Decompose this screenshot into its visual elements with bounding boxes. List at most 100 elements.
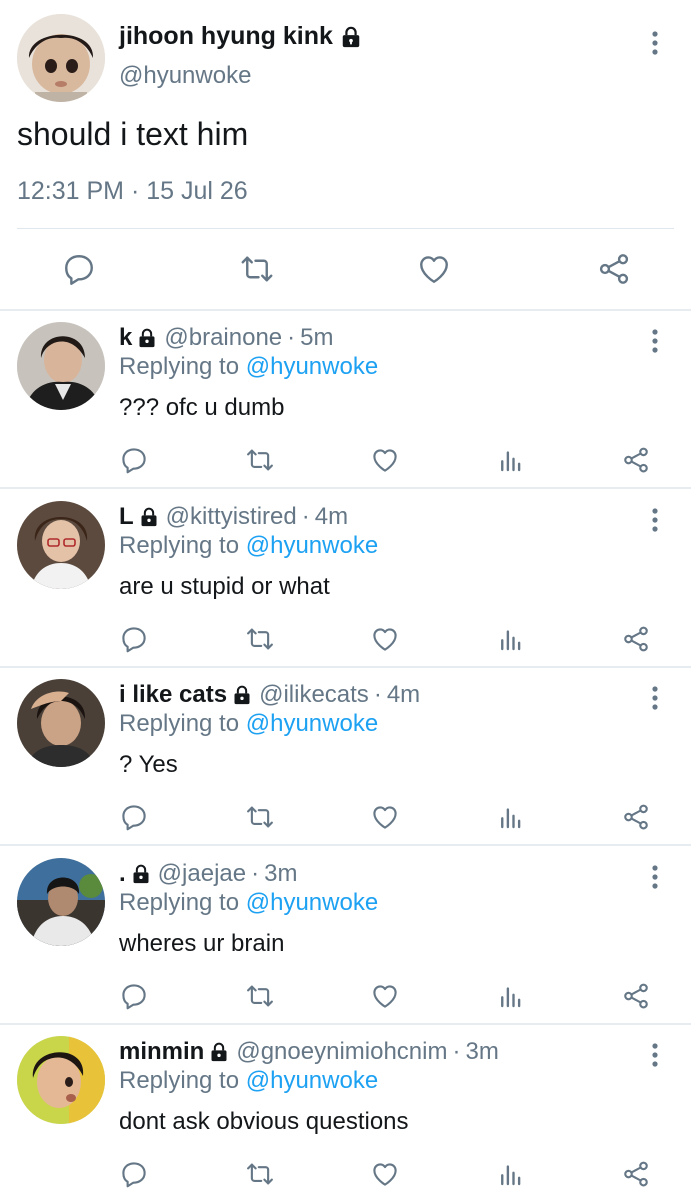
like-icon[interactable] — [370, 1159, 400, 1189]
avatar[interactable] — [17, 501, 105, 589]
divider — [0, 666, 691, 668]
handle[interactable]: @gnoeynimiohcnim — [236, 1038, 447, 1066]
replying-to: Replying to @hyunwoke — [119, 353, 378, 381]
lock-icon — [232, 685, 252, 705]
more-options-icon[interactable] — [645, 864, 665, 890]
analytics-icon[interactable] — [496, 445, 526, 475]
separator: · — [251, 860, 260, 887]
time[interactable]: 4m — [387, 681, 420, 709]
replying-to: Replying to @hyunwoke — [119, 1067, 378, 1095]
replying-to-label: Replying to — [119, 1067, 240, 1094]
retweet-icon[interactable] — [245, 624, 275, 654]
display-name[interactable]: jihoon hyung kink — [119, 22, 362, 51]
separator: · — [373, 681, 382, 708]
reply-header: L @kittyistired · 4m — [119, 503, 348, 531]
like-icon[interactable] — [370, 981, 400, 1011]
reply-tweet[interactable]: L @kittyistired · 4m Replying to @hyunwo… — [0, 491, 691, 669]
time[interactable]: 4m — [315, 503, 348, 531]
mention-link[interactable]: @hyunwoke — [246, 353, 378, 380]
divider — [17, 228, 674, 229]
reply-tweet[interactable]: i like cats @ilikecats · 4m Replying to … — [0, 669, 691, 847]
reply-icon[interactable] — [119, 445, 149, 475]
share-icon[interactable] — [621, 445, 651, 475]
reply-text: ? Yes — [119, 751, 178, 778]
reply-tweet[interactable]: k @brainone · 5m Replying to @hyunwoke ?… — [0, 312, 691, 490]
reply-header: . @jaejae · 3m — [119, 860, 297, 888]
like-icon[interactable] — [370, 624, 400, 654]
share-icon[interactable] — [596, 251, 632, 287]
reply-icon[interactable] — [119, 1159, 149, 1189]
analytics-icon[interactable] — [496, 624, 526, 654]
like-icon[interactable] — [370, 802, 400, 832]
reply-tweet[interactable]: minmin @gnoeynimiohcnim · 3m Replying to… — [0, 1026, 691, 1204]
retweet-icon[interactable] — [245, 445, 275, 475]
handle[interactable]: @jaejae — [158, 860, 246, 888]
separator: · — [301, 503, 310, 530]
time[interactable]: 5m — [300, 324, 333, 352]
reply-text: dont ask obvious questions — [119, 1108, 409, 1135]
display-name[interactable]: L — [119, 503, 134, 531]
analytics-icon[interactable] — [496, 1159, 526, 1189]
reply-text: are u stupid or what — [119, 573, 330, 600]
avatar[interactable] — [17, 1036, 105, 1124]
reply-text: wheres ur brain — [119, 930, 285, 957]
analytics-icon[interactable] — [496, 802, 526, 832]
reply-header: i like cats @ilikecats · 4m — [119, 681, 420, 709]
retweet-icon[interactable] — [245, 802, 275, 832]
divider — [0, 487, 691, 489]
share-icon[interactable] — [621, 981, 651, 1011]
share-icon[interactable] — [621, 802, 651, 832]
display-name[interactable]: . — [119, 860, 126, 888]
more-options-icon[interactable] — [645, 685, 665, 711]
share-icon[interactable] — [621, 624, 651, 654]
separator: · — [287, 324, 296, 351]
avatar[interactable] — [17, 679, 105, 767]
display-name[interactable]: minmin — [119, 1038, 204, 1066]
lock-icon — [340, 26, 362, 48]
reply-header: minmin @gnoeynimiohcnim · 3m — [119, 1038, 499, 1066]
handle[interactable]: @kittyistired — [166, 503, 297, 531]
handle[interactable]: @hyunwoke — [119, 62, 251, 90]
more-options-icon[interactable] — [645, 507, 665, 533]
reply-icon[interactable] — [119, 802, 149, 832]
timestamp[interactable]: 12:31 PM · 15 Jul 26 — [17, 177, 248, 206]
more-options-icon[interactable] — [645, 30, 665, 56]
reply-icon[interactable] — [119, 624, 149, 654]
retweet-icon[interactable] — [239, 251, 275, 287]
mention-link[interactable]: @hyunwoke — [246, 710, 378, 737]
time[interactable]: 3m — [264, 860, 297, 888]
like-icon[interactable] — [416, 251, 452, 287]
like-icon[interactable] — [370, 445, 400, 475]
avatar[interactable] — [17, 14, 105, 102]
display-name[interactable]: i like cats — [119, 681, 227, 709]
reply-icon[interactable] — [61, 251, 97, 287]
share-icon[interactable] — [621, 1159, 651, 1189]
mention-link[interactable]: @hyunwoke — [246, 532, 378, 559]
divider — [0, 309, 691, 311]
reply-icon[interactable] — [119, 981, 149, 1011]
replying-to: Replying to @hyunwoke — [119, 889, 378, 917]
lock-icon — [131, 864, 151, 884]
divider — [0, 1023, 691, 1025]
display-name[interactable]: k — [119, 324, 132, 352]
handle[interactable]: @ilikecats — [259, 681, 369, 709]
display-name-text: jihoon hyung kink — [119, 22, 333, 50]
mention-link[interactable]: @hyunwoke — [246, 889, 378, 916]
replying-to: Replying to @hyunwoke — [119, 532, 378, 560]
replying-to-label: Replying to — [119, 710, 240, 737]
more-options-icon[interactable] — [645, 328, 665, 354]
avatar[interactable] — [17, 858, 105, 946]
replying-to-label: Replying to — [119, 889, 240, 916]
handle[interactable]: @brainone — [164, 324, 282, 352]
separator: · — [452, 1038, 461, 1065]
reply-text: ??? ofc u dumb — [119, 394, 285, 421]
time[interactable]: 3m — [465, 1038, 498, 1066]
mention-link[interactable]: @hyunwoke — [246, 1067, 378, 1094]
reply-tweet[interactable]: . @jaejae · 3m Replying to @hyunwoke whe… — [0, 848, 691, 1026]
retweet-icon[interactable] — [245, 1159, 275, 1189]
analytics-icon[interactable] — [496, 981, 526, 1011]
avatar[interactable] — [17, 322, 105, 410]
divider — [0, 844, 691, 846]
more-options-icon[interactable] — [645, 1042, 665, 1068]
retweet-icon[interactable] — [245, 981, 275, 1011]
